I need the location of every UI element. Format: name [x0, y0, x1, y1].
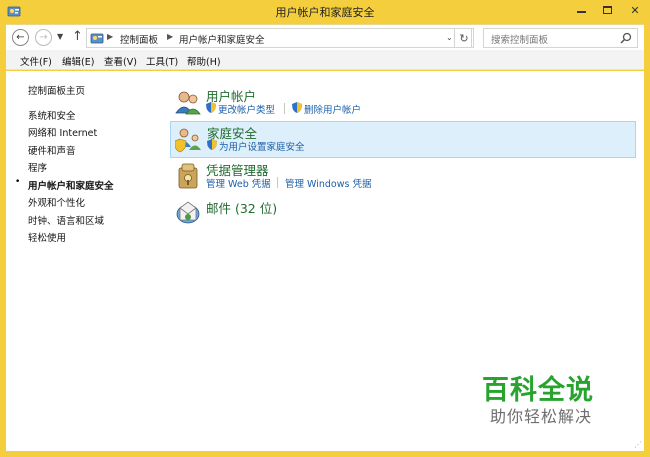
menu-help[interactable]: 帮助(H)	[187, 54, 221, 68]
link-change-account-type[interactable]: 更改帐户类型	[218, 102, 275, 116]
mail-icon	[176, 201, 200, 224]
breadcrumb-separator[interactable]: ▶	[107, 32, 113, 41]
link-manage-windows-credentials[interactable]: 管理 Windows 凭据	[285, 176, 371, 190]
title-bar[interactable]: 用户帐户和家庭安全 ✕	[0, 0, 650, 22]
sidebar-item-appearance[interactable]: 外观和个性化	[28, 195, 85, 209]
navigation-bar: ← → ▼ ↑ ▶ 控制面板 ▶ 用户帐户和家庭安全 ⌄ ↻ 搜索控制面板	[6, 24, 644, 50]
menu-bar: 文件(F) 编辑(E) 查看(V) 工具(T) 帮助(H)	[6, 50, 644, 70]
window-title: 用户帐户和家庭安全	[275, 6, 375, 19]
link-remove-user-account[interactable]: 删除用户帐户	[304, 102, 361, 116]
category-user-accounts: 用户帐户 更改帐户类型 删除用户帐户	[170, 85, 636, 117]
search-input[interactable]: 搜索控制面板	[483, 28, 638, 48]
maximize-button[interactable]	[593, 0, 621, 20]
link-divider	[277, 177, 278, 188]
sidebar-item-system-security[interactable]: 系统和安全	[28, 108, 76, 122]
up-button[interactable]: ↑	[72, 29, 83, 44]
refresh-button[interactable]: ↻	[454, 28, 474, 48]
category-family-safety[interactable]: 家庭安全 为用户设置家庭安全	[170, 121, 636, 158]
search-placeholder: 搜索控制面板	[491, 35, 549, 46]
category-title-mail[interactable]: 邮件 (32 位)	[206, 198, 277, 217]
menu-view[interactable]: 查看(V)	[104, 54, 137, 68]
link-divider	[284, 103, 285, 114]
minimize-icon	[576, 11, 586, 13]
minimize-button[interactable]	[567, 0, 595, 20]
forward-arrow-icon: →	[39, 32, 48, 43]
category-mail: 邮件 (32 位)	[170, 195, 636, 225]
resize-grip[interactable]: ⋰	[634, 440, 642, 449]
control-panel-window: 用户帐户和家庭安全 ✕ ← → ▼ ↑ ▶ 控制面板 ▶ 用户帐户和家庭安全 ⌄…	[0, 0, 650, 457]
breadcrumb-control-panel[interactable]: 控制面板	[120, 32, 158, 46]
search-icon[interactable]	[620, 32, 632, 44]
control-panel-icon	[90, 33, 104, 44]
user-accounts-icon	[175, 91, 201, 115]
back-button[interactable]: ←	[12, 29, 29, 46]
sidebar-item-control-panel-home[interactable]: 控制面板主页	[28, 83, 85, 97]
link-manage-web-credentials[interactable]: 管理 Web 凭据	[206, 176, 271, 190]
close-button[interactable]: ✕	[621, 0, 649, 20]
refresh-icon: ↻	[459, 31, 469, 45]
recent-locations-dropdown[interactable]: ▼	[57, 32, 63, 41]
uac-shield-icon	[206, 102, 216, 113]
address-bar[interactable]: ▶ 控制面板 ▶ 用户帐户和家庭安全 ⌄	[86, 28, 472, 48]
uac-shield-icon	[292, 102, 302, 113]
menu-file[interactable]: 文件(F)	[20, 54, 52, 68]
sidebar-item-user-accounts[interactable]: 用户帐户和家庭安全	[28, 178, 114, 192]
address-dropdown-button[interactable]: ⌄	[446, 33, 453, 42]
active-item-bullet: •	[15, 177, 21, 187]
family-safety-icon	[175, 128, 201, 153]
breadcrumb-user-accounts[interactable]: 用户帐户和家庭安全	[179, 32, 265, 46]
menu-tools[interactable]: 工具(T)	[146, 54, 178, 68]
sidebar-item-hardware[interactable]: 硬件和声音	[28, 143, 76, 157]
menu-edit[interactable]: 编辑(E)	[62, 54, 94, 68]
sidebar-item-clock-language[interactable]: 时钟、语言和区域	[28, 213, 104, 227]
link-setup-family-safety[interactable]: 为用户设置家庭安全	[219, 139, 305, 153]
watermark-title: 百科全说	[482, 375, 594, 406]
uac-shield-icon	[207, 139, 217, 150]
close-icon: ✕	[630, 3, 640, 17]
sidebar-item-programs[interactable]: 程序	[28, 160, 47, 174]
category-credential-manager: 凭据管理器 管理 Web 凭据 管理 Windows 凭据	[170, 159, 636, 191]
sidebar-item-network[interactable]: 网络和 Internet	[28, 125, 97, 139]
forward-button[interactable]: →	[35, 29, 52, 46]
sidebar-item-ease-of-access[interactable]: 轻松使用	[28, 230, 66, 244]
credential-manager-icon	[178, 163, 198, 189]
back-arrow-icon: ←	[16, 32, 25, 43]
breadcrumb-separator[interactable]: ▶	[167, 32, 173, 41]
watermark-subtitle: 助你轻松解决	[490, 407, 593, 426]
maximize-icon	[602, 6, 612, 14]
